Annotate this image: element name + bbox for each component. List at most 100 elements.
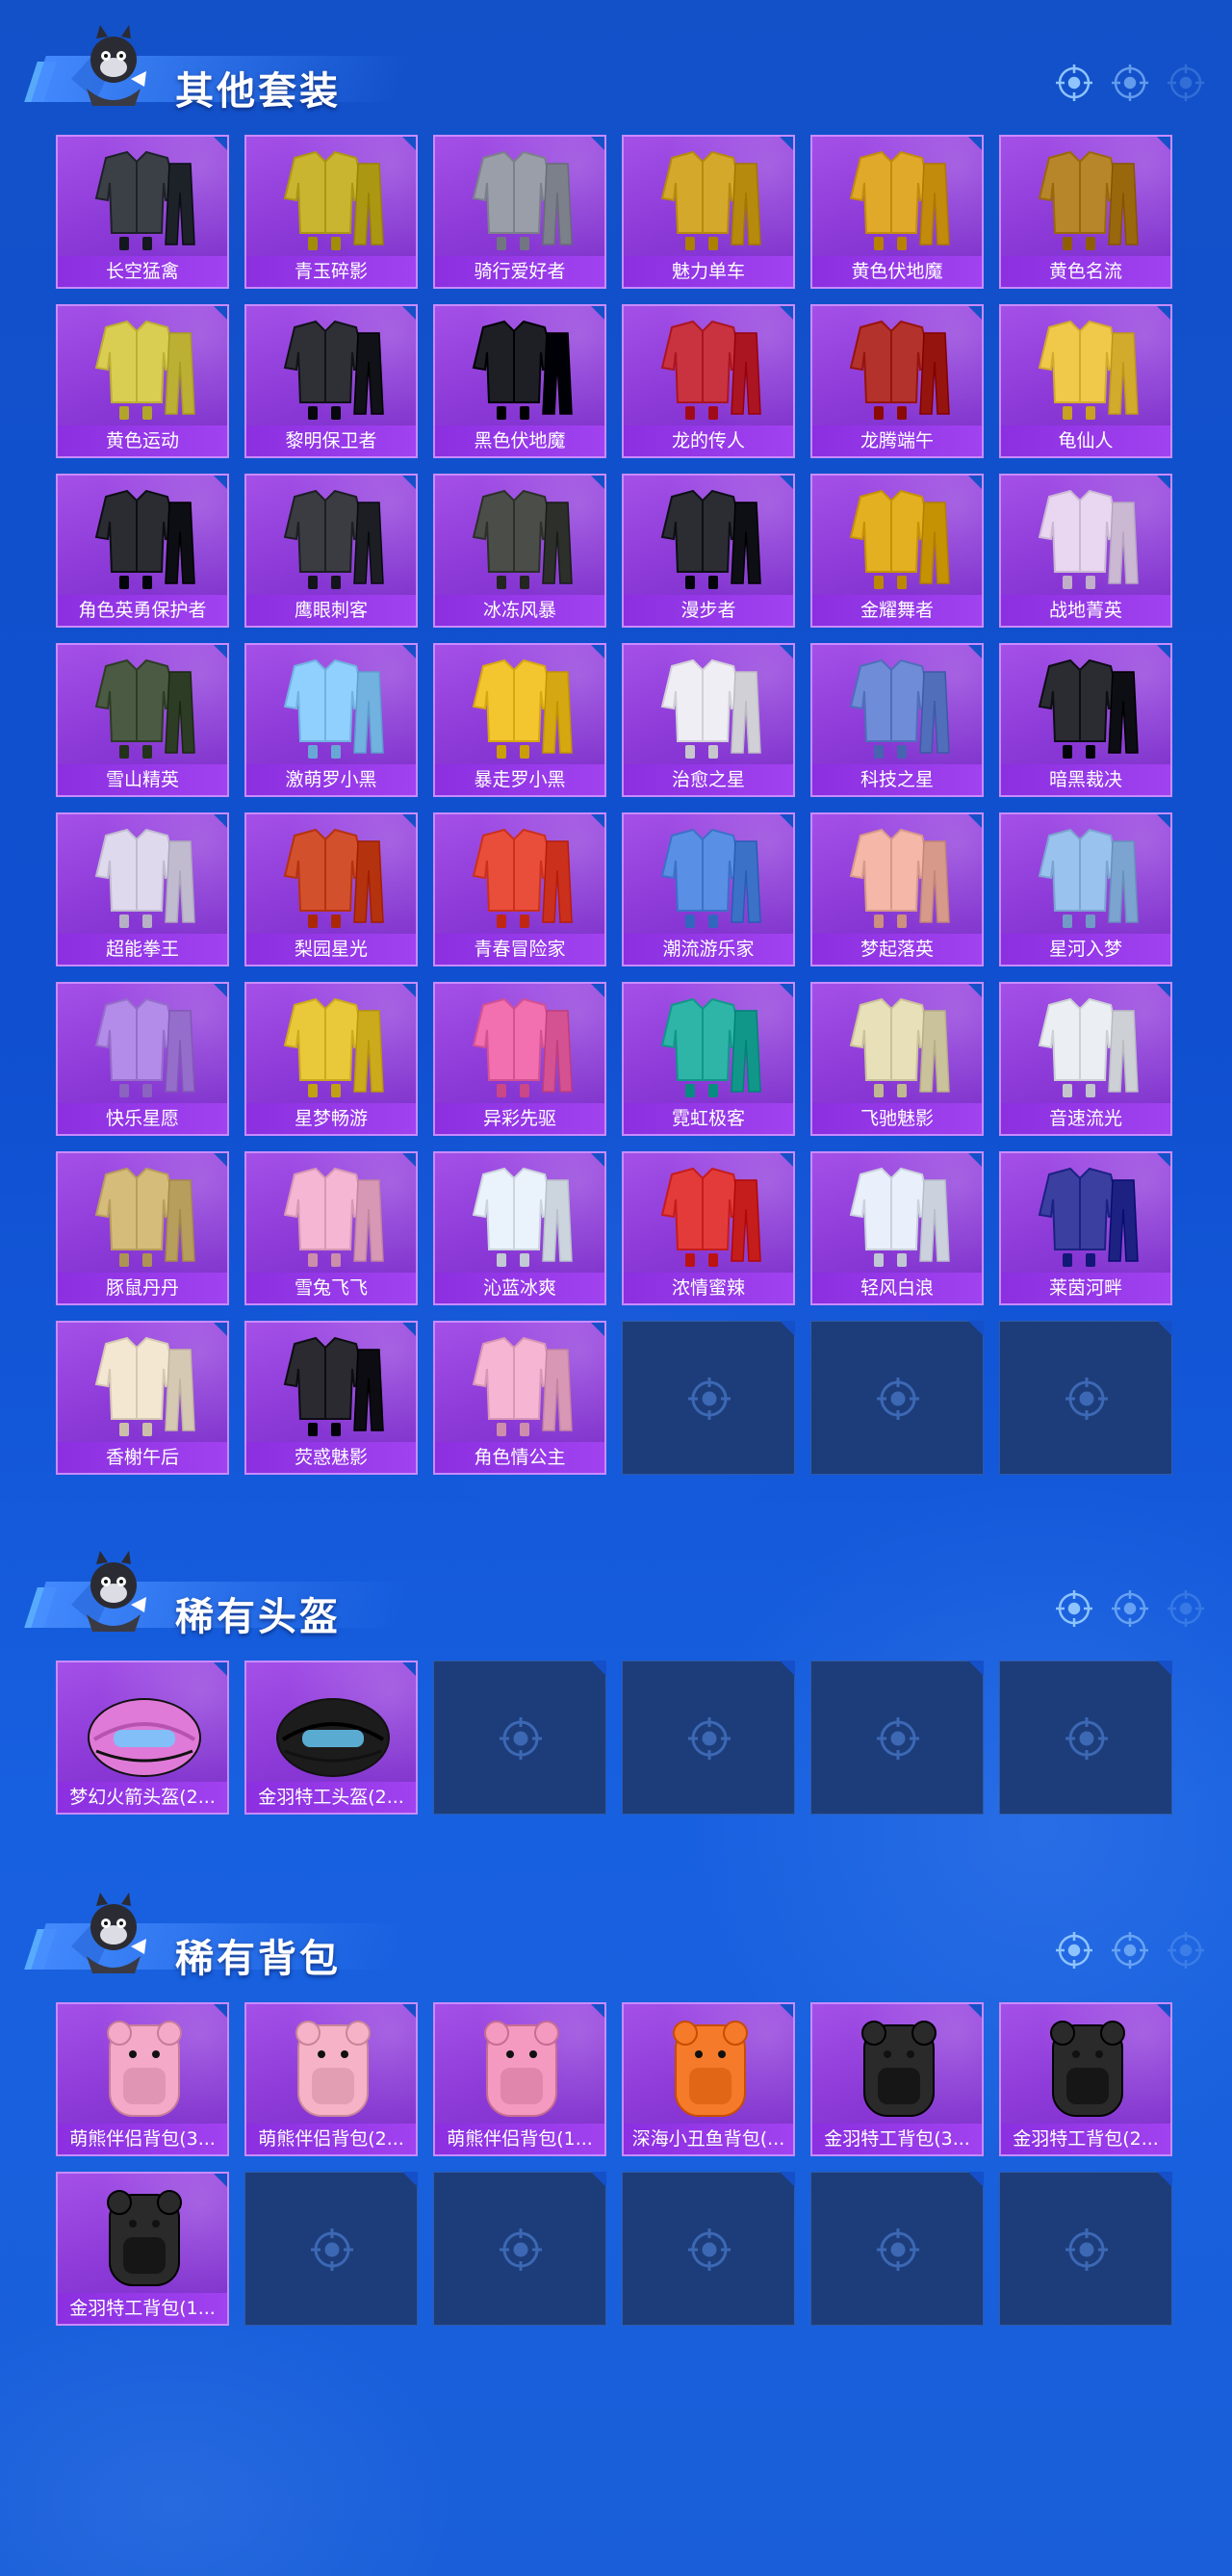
item-name: 青春冒险家 xyxy=(435,934,604,965)
bunny-outfit-icon xyxy=(266,1161,400,1273)
item-name: 暴走罗小黑 xyxy=(435,764,604,795)
item-card[interactable]: 超能拳王 xyxy=(56,812,229,966)
item-name: 超能拳王 xyxy=(58,934,227,965)
section-3: 稀有背包 萌熊伴侣背包(3... 萌熊伴侣背包(2... 萌熊伴侣背包(1...… xyxy=(0,1877,1232,2326)
item-card[interactable]: 角色情公主 xyxy=(433,1321,606,1475)
item-name: 鹰眼刺客 xyxy=(246,595,416,626)
plaid-outfit-icon xyxy=(1020,1161,1155,1273)
section-header: 其他套装 xyxy=(0,10,1232,116)
item-card[interactable]: 黄色名流 xyxy=(999,135,1172,289)
item-card[interactable]: 萌熊伴侣背包(3... xyxy=(56,2002,229,2156)
item-card[interactable]: 龟仙人 xyxy=(999,304,1172,458)
crosshair-decoration-icon xyxy=(1040,62,1213,104)
item-name: 魅力单车 xyxy=(624,256,793,287)
item-card[interactable]: 骑行爱好者 xyxy=(433,135,606,289)
item-card[interactable]: 梦起落英 xyxy=(810,812,984,966)
card-corner-notch xyxy=(780,1321,795,1336)
item-card[interactable]: 治愈之星 xyxy=(622,643,795,797)
item-card[interactable]: 冰冻风暴 xyxy=(433,474,606,628)
item-card[interactable]: 黎明保卫者 xyxy=(244,304,418,458)
card-corner-notch xyxy=(1156,476,1170,490)
item-card[interactable]: 黄色伏地魔 xyxy=(810,135,984,289)
space-outfit-icon xyxy=(266,992,400,1103)
item-card[interactable]: 飞驰魅影 xyxy=(810,982,984,1136)
item-card[interactable]: 莱茵河畔 xyxy=(999,1151,1172,1305)
yellow-cat-outfit-icon xyxy=(454,653,589,764)
item-card[interactable]: 霓虹极客 xyxy=(622,982,795,1136)
mascot-icon xyxy=(58,1887,154,1983)
item-card[interactable]: 金羽特工头盔(2... xyxy=(244,1661,418,1815)
card-corner-notch xyxy=(779,476,793,490)
item-card[interactable]: 魅力单车 xyxy=(622,135,795,289)
item-grid: 梦幻火箭头盔(2... 金羽特工头盔(2... xyxy=(56,1661,1172,1815)
item-card[interactable]: 金羽特工背包(3... xyxy=(810,2002,984,2156)
crosshair-icon xyxy=(686,1715,732,1762)
card-corner-notch xyxy=(590,1323,604,1337)
item-card[interactable]: 音速流光 xyxy=(999,982,1172,1136)
item-card[interactable]: 激萌罗小黑 xyxy=(244,643,418,797)
item-card[interactable]: 萌熊伴侣背包(1... xyxy=(433,2002,606,2156)
item-card[interactable]: 长空猛禽 xyxy=(56,135,229,289)
item-card[interactable]: 鹰眼刺客 xyxy=(244,474,418,628)
item-name: 黄色名流 xyxy=(1001,256,1170,287)
black-frill-outfit-icon xyxy=(266,1330,400,1442)
item-name: 治愈之星 xyxy=(624,764,793,795)
item-card[interactable]: 科技之星 xyxy=(810,643,984,797)
item-name: 青玉碎影 xyxy=(246,256,416,287)
card-corner-notch xyxy=(590,1153,604,1168)
item-card[interactable]: 暴走罗小黑 xyxy=(433,643,606,797)
item-card[interactable]: 星河入梦 xyxy=(999,812,1172,966)
item-card[interactable]: 萌熊伴侣背包(2... xyxy=(244,2002,418,2156)
item-name: 黎明保卫者 xyxy=(246,425,416,456)
item-card[interactable]: 金耀舞者 xyxy=(810,474,984,628)
clownfish-backpack-icon xyxy=(643,2012,778,2124)
item-card[interactable]: 深海小丑鱼背包(... xyxy=(622,2002,795,2156)
item-card[interactable]: 星梦畅游 xyxy=(244,982,418,1136)
white-uniform-outfit-icon xyxy=(643,653,778,764)
item-card[interactable]: 快乐星愿 xyxy=(56,982,229,1136)
item-card[interactable]: 漫步者 xyxy=(622,474,795,628)
black-gold-backpack-icon xyxy=(77,2181,212,2293)
item-name: 沁蓝冰爽 xyxy=(435,1273,604,1303)
item-card[interactable]: 梦幻火箭头盔(2... xyxy=(56,1661,229,1815)
item-card[interactable]: 梨园星光 xyxy=(244,812,418,966)
item-name: 飞驰魅影 xyxy=(812,1103,982,1134)
item-name: 萌熊伴侣背包(2... xyxy=(246,2124,416,2154)
item-card[interactable]: 金羽特工背包(1... xyxy=(56,2172,229,2326)
blue-trend-outfit-icon xyxy=(643,822,778,934)
card-corner-notch xyxy=(967,1153,982,1168)
item-card[interactable]: 黑色伏地魔 xyxy=(433,304,606,458)
item-card[interactable]: 荧惑魅影 xyxy=(244,1321,418,1475)
item-card[interactable]: 香榭午后 xyxy=(56,1321,229,1475)
item-name: 黄色运动 xyxy=(58,425,227,456)
item-card[interactable]: 角色英勇保护者 xyxy=(56,474,229,628)
item-card[interactable]: 青春冒险家 xyxy=(433,812,606,966)
item-card[interactable]: 浓情蜜辣 xyxy=(622,1151,795,1305)
item-card[interactable]: 青玉碎影 xyxy=(244,135,418,289)
item-card[interactable]: 异彩先驱 xyxy=(433,982,606,1136)
item-name: 战地菁英 xyxy=(1001,595,1170,626)
item-card[interactable]: 雪山精英 xyxy=(56,643,229,797)
card-corner-notch xyxy=(402,2172,418,2187)
tech-suit-outfit-icon xyxy=(832,653,966,764)
gold-dancer-outfit-icon xyxy=(832,483,966,595)
item-card[interactable]: 龙的传人 xyxy=(622,304,795,458)
black-hoodie-outfit-icon xyxy=(454,314,589,425)
crosshair-icon xyxy=(309,2227,355,2273)
item-card[interactable]: 战地菁英 xyxy=(999,474,1172,628)
card-corner-notch xyxy=(401,645,416,659)
item-card[interactable]: 龙腾端午 xyxy=(810,304,984,458)
item-card[interactable]: 潮流游乐家 xyxy=(622,812,795,966)
empty-slot xyxy=(433,2172,606,2326)
item-card[interactable]: 轻风白浪 xyxy=(810,1151,984,1305)
item-name: 荧惑魅影 xyxy=(246,1442,416,1473)
item-card[interactable]: 黄色运动 xyxy=(56,304,229,458)
item-card[interactable]: 暗黑裁决 xyxy=(999,643,1172,797)
cat-pajama-outfit-icon xyxy=(266,653,400,764)
item-card[interactable]: 金羽特工背包(2... xyxy=(999,2002,1172,2156)
item-card[interactable]: 雪兔飞飞 xyxy=(244,1151,418,1305)
item-card[interactable]: 沁蓝冰爽 xyxy=(433,1151,606,1305)
crosshair-decoration-icon xyxy=(1040,1929,1213,1971)
item-card[interactable]: 豚鼠丹丹 xyxy=(56,1151,229,1305)
boxer-outfit-icon xyxy=(77,822,212,934)
